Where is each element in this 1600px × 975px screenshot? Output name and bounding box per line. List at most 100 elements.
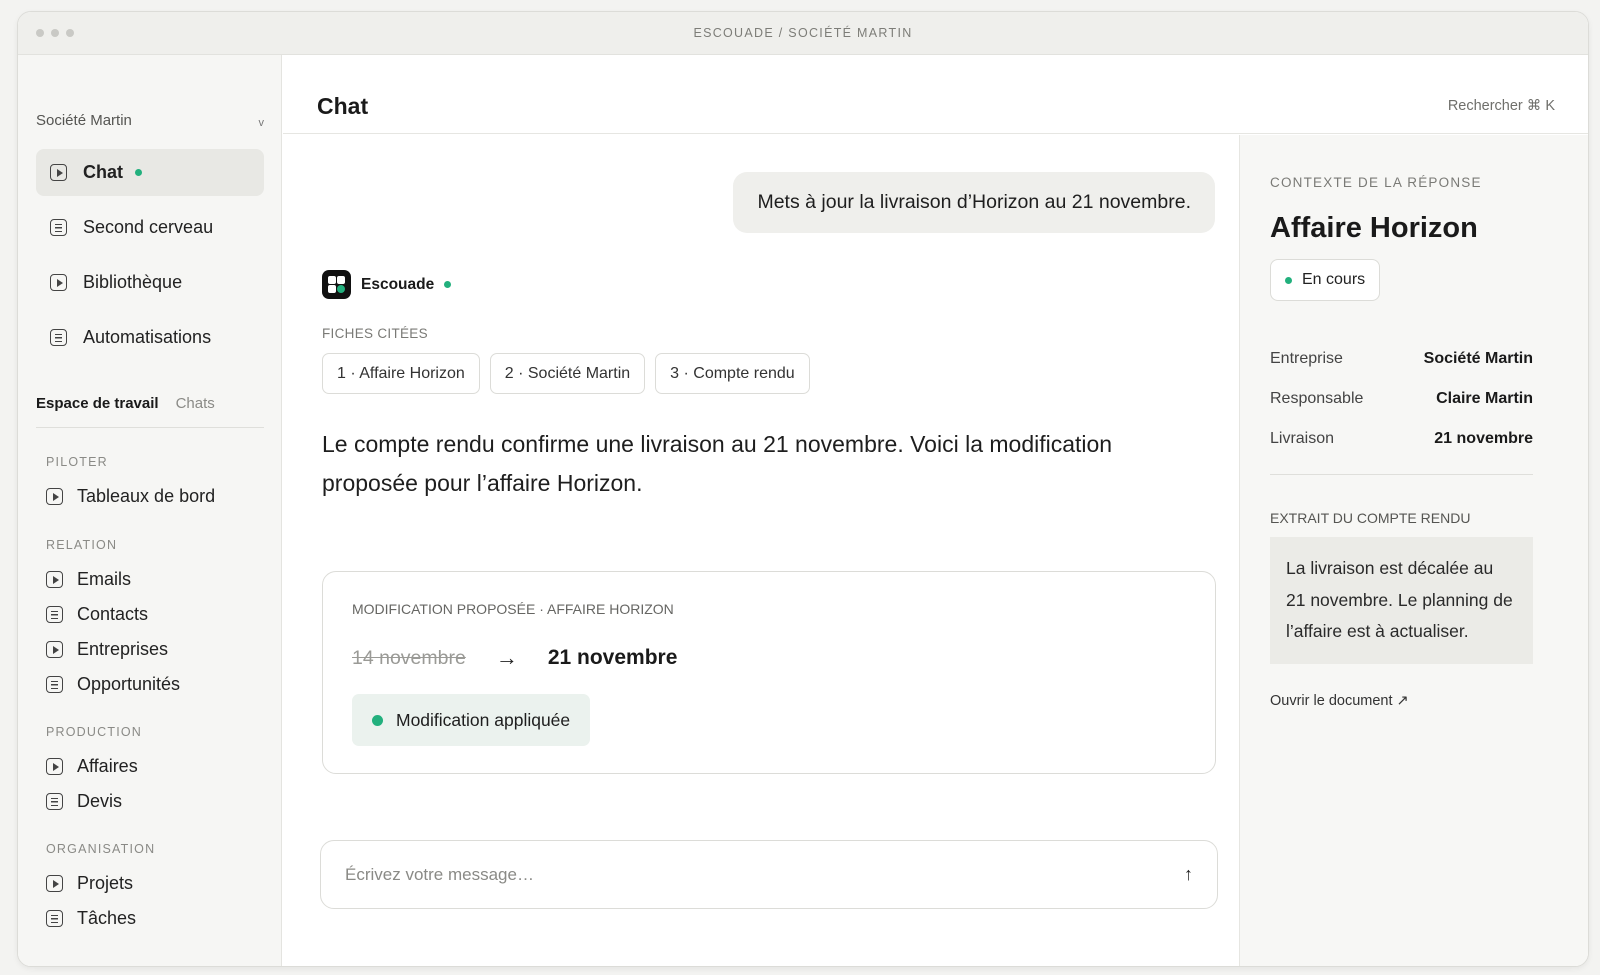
proposal-card: MODIFICATION PROPOSÉE · AFFAIRE HORIZON … <box>322 571 1216 774</box>
document-icon <box>46 910 63 927</box>
sidebar-item-label: Devis <box>77 791 123 811</box>
send-arrow-icon[interactable]: ↑ <box>1184 864 1193 885</box>
field-value: 21 novembre <box>1434 430 1533 447</box>
sidebar-item-label: Tâches <box>77 908 137 928</box>
sidebar-item-label: Opportunités <box>77 674 181 694</box>
online-indicator <box>135 169 142 176</box>
sidebar-item-devis[interactable]: Devis <box>46 784 264 819</box>
org-switcher[interactable]: Société Martin v <box>36 111 265 130</box>
sidebar-item-label: Entreprises <box>77 639 169 659</box>
excerpt-label: EXTRAIT DU COMPTE RENDU <box>1270 510 1471 526</box>
change-row: 14 novembre → 21 novembre <box>352 645 677 671</box>
sidebar-item-label: Emails <box>77 569 132 589</box>
nav-item-label: Second cerveau <box>83 217 214 237</box>
chevron-down-icon: v <box>258 117 265 129</box>
play-square-icon <box>46 641 63 658</box>
page-title: Chat <box>317 93 369 119</box>
document-icon <box>46 676 63 693</box>
document-icon <box>50 219 67 236</box>
section-title: PILOTER <box>46 455 108 469</box>
arrow-right-icon: → <box>495 645 518 670</box>
sidebar-item-label: Affaires <box>77 756 138 776</box>
main-header: Chat Rechercher ⌘ K <box>283 55 1588 134</box>
sidebar-item-entreprises[interactable]: Entreprises <box>46 632 264 667</box>
new-value: 21 novembre <box>547 646 678 669</box>
window-dot[interactable] <box>66 29 74 37</box>
tab-chats[interactable]: Chats <box>176 395 215 412</box>
play-square-icon <box>46 758 63 775</box>
window-dot[interactable] <box>51 29 59 37</box>
bot-header: Escouade <box>322 270 452 299</box>
search-button[interactable]: Rechercher ⌘ K <box>1448 98 1555 114</box>
status-dot-icon <box>372 714 383 726</box>
nav-item-label: Automatisations <box>83 327 212 347</box>
excerpt-quote: La livraison est décalée au 21 novembre.… <box>1270 537 1533 664</box>
chat-pane: Mets à jour la livraison d’Horizon au 21… <box>283 135 1238 966</box>
context-label: CONTEXTE DE LA RÉPONSE <box>1270 175 1482 190</box>
context-fields: Entreprise Société Martin Responsable Cl… <box>1270 339 1533 459</box>
title-bar: ESCOUADE / SOCIÉTÉ MARTIN <box>18 12 1588 55</box>
online-indicator <box>444 281 452 288</box>
nav-item-bibliotheque[interactable]: Bibliothèque <box>36 259 264 306</box>
section-piloter: PILOTER Tableaux de bord <box>46 455 264 514</box>
cited-chip[interactable]: 3 · Compte rendu <box>655 353 810 394</box>
message-composer: ↑ <box>320 840 1218 909</box>
field-row: Responsable Claire Martin <box>1270 379 1533 419</box>
sidebar-item-emails[interactable]: Emails <box>46 562 264 597</box>
field-key: Livraison <box>1270 430 1335 447</box>
sidebar-item-opportunites[interactable]: Opportunités <box>46 667 264 702</box>
sidebar-item-affaires[interactable]: Affaires <box>46 749 264 784</box>
section-title: PRODUCTION <box>46 725 143 739</box>
sidebar-item-label: Tableaux de bord <box>77 486 216 506</box>
cited-chip[interactable]: 2 · Société Martin <box>489 353 646 394</box>
field-value: Société Martin <box>1423 350 1533 367</box>
message-input[interactable] <box>345 864 1105 885</box>
nav-item-automatisations[interactable]: Automatisations <box>36 314 264 361</box>
workspace-tabs: Espace de travail Chats <box>36 395 264 428</box>
play-square-icon <box>46 571 63 588</box>
nav-item-second-cerveau[interactable]: Second cerveau <box>36 204 264 251</box>
window-dot[interactable] <box>36 29 44 37</box>
sidebar-item-label: Contacts <box>77 604 149 624</box>
sidebar-item-contacts[interactable]: Contacts <box>46 597 264 632</box>
app-window: ESCOUADE / SOCIÉTÉ MARTIN Société Martin… <box>17 11 1589 967</box>
user-message: Mets à jour la livraison d’Horizon au 21… <box>733 172 1215 233</box>
sidebar-item-label: Projets <box>77 873 134 893</box>
status-badge: En cours <box>1270 259 1381 301</box>
window-controls[interactable] <box>36 29 74 37</box>
field-row: Entreprise Société Martin <box>1270 339 1533 379</box>
cited-records-label: FICHES CITÉES <box>322 326 428 341</box>
cited-records: 1 · Affaire Horizon 2 · Société Martin 3… <box>322 353 810 394</box>
bot-answer: Le compte rendu confirme une livraison a… <box>322 431 1113 496</box>
nav-item-label: Chat <box>83 162 123 182</box>
status-dot-icon <box>1285 276 1292 284</box>
window-title: ESCOUADE / SOCIÉTÉ MARTIN <box>693 26 913 40</box>
play-square-icon <box>46 488 63 505</box>
sidebar: Société Martin v Chat Second cerveau Bib… <box>18 55 282 966</box>
field-key: Entreprise <box>1270 350 1343 367</box>
open-document-link[interactable]: Ouvrir le document ↗ <box>1270 693 1409 709</box>
sidebar-item-taches[interactable]: Tâches <box>46 901 264 936</box>
cited-chip[interactable]: 1 · Affaire Horizon <box>322 353 480 394</box>
section-production: PRODUCTION Affaires Devis <box>46 725 264 819</box>
field-row: Livraison 21 novembre <box>1270 419 1533 459</box>
section-relation: RELATION Emails Contacts Entreprises Opp… <box>46 538 264 702</box>
nav-item-label: Bibliothèque <box>83 272 183 292</box>
bot-name: Escouade <box>361 275 435 293</box>
tab-espace-de-travail[interactable]: Espace de travail <box>36 395 159 412</box>
field-key: Responsable <box>1270 390 1364 407</box>
play-square-icon <box>46 875 63 892</box>
sidebar-item-projets[interactable]: Projets <box>46 866 264 901</box>
nav-item-chat[interactable]: Chat <box>36 149 264 196</box>
applied-status-badge: Modification appliquée <box>352 694 591 746</box>
section-title: ORGANISATION <box>46 842 156 856</box>
escouade-logo-icon <box>322 270 351 299</box>
applied-status-label: Modification appliquée <box>396 709 571 730</box>
context-title: Affaire Horizon <box>1270 212 1478 244</box>
context-panel: CONTEXTE DE LA RÉPONSE Affaire Horizon E… <box>1239 135 1588 966</box>
play-square-icon <box>50 274 67 291</box>
sidebar-item-tableaux-de-bord[interactable]: Tableaux de bord <box>46 479 264 514</box>
divider <box>1270 474 1533 475</box>
proposal-label: MODIFICATION PROPOSÉE · AFFAIRE HORIZON <box>352 601 674 617</box>
main-nav: Chat Second cerveau Bibliothèque Automat… <box>36 149 264 369</box>
